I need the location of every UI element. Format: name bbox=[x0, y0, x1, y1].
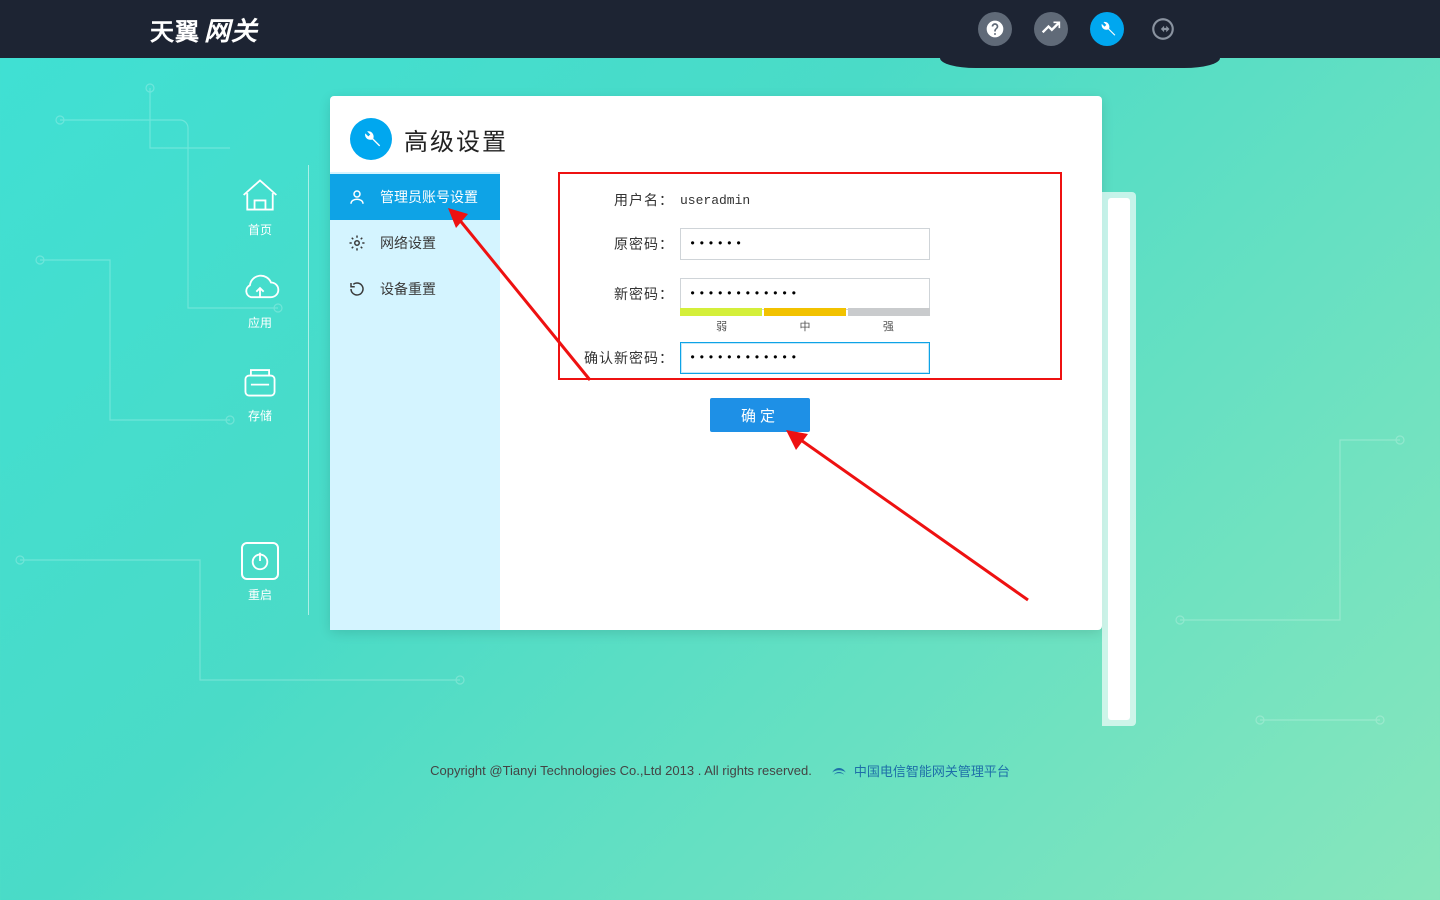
subnav-item-admin-account[interactable]: 管理员账号设置 bbox=[330, 174, 500, 220]
left-nav: 首页 应用 存储 重启 bbox=[225, 175, 295, 603]
subnav-label-reset: 设备重置 bbox=[380, 279, 436, 299]
row-new-password: 新密码： bbox=[560, 278, 1082, 310]
footer-platform-text: 中国电信智能网关管理平台 bbox=[854, 761, 1010, 780]
subnav-label-admin-account: 管理员账号设置 bbox=[380, 187, 478, 207]
footer-platform: 中国电信智能网关管理平台 bbox=[830, 761, 1010, 780]
value-username: useradmin bbox=[680, 193, 750, 208]
footer-copyright: Copyright @Tianyi Technologies Co.,Ltd 2… bbox=[430, 763, 812, 778]
subnav-item-network[interactable]: 网络设置 bbox=[330, 220, 500, 266]
page-title-wrench-icon bbox=[350, 118, 392, 160]
strength-seg-strong bbox=[848, 308, 930, 316]
row-username: 用户名： useradmin bbox=[560, 190, 1082, 210]
row-old-password: 原密码： bbox=[560, 228, 1082, 260]
leftnav-item-apps[interactable]: 应用 bbox=[238, 268, 282, 331]
card-right-stripe bbox=[1102, 192, 1136, 726]
row-confirm-password: 确认新密码： bbox=[560, 342, 1082, 374]
subnav-label-network: 网络设置 bbox=[380, 233, 436, 253]
label-username: 用户名： bbox=[560, 190, 680, 210]
header-icon-bar bbox=[978, 12, 1180, 46]
header-tab-decoration bbox=[940, 58, 1220, 68]
user-icon bbox=[348, 188, 366, 206]
settings-wrench-icon[interactable] bbox=[1090, 12, 1124, 46]
leftnav-item-home[interactable]: 首页 bbox=[238, 175, 282, 238]
strength-seg-medium bbox=[764, 308, 846, 316]
strength-seg-weak bbox=[680, 308, 762, 316]
stats-icon[interactable] bbox=[1034, 12, 1068, 46]
brand-logo: 天翼 网关 bbox=[150, 11, 258, 48]
logo-text-2: 网关 bbox=[204, 11, 258, 48]
top-header: 天翼 网关 bbox=[0, 0, 1440, 58]
gear-icon bbox=[348, 234, 366, 252]
submit-button[interactable]: 确定 bbox=[710, 398, 810, 432]
strength-label-weak: 弱 bbox=[680, 318, 763, 334]
leftnav-item-restart[interactable]: 重启 bbox=[241, 542, 279, 603]
label-confirm-password: 确认新密码： bbox=[560, 348, 680, 368]
help-icon[interactable] bbox=[978, 12, 1012, 46]
leftnav-label-restart: 重启 bbox=[248, 586, 272, 603]
form-panel: 用户名： useradmin 原密码： 新密码： 弱 中 bbox=[500, 172, 1102, 630]
card-header: 高级设置 bbox=[330, 96, 1102, 172]
settings-sub-sidebar: 管理员账号设置 网络设置 设备重置 bbox=[330, 172, 500, 630]
leftnav-label-apps: 应用 bbox=[248, 314, 272, 331]
telecom-logo-icon bbox=[830, 762, 848, 780]
left-nav-separator bbox=[308, 165, 309, 615]
input-old-password[interactable] bbox=[680, 228, 930, 260]
input-confirm-password[interactable] bbox=[680, 342, 930, 374]
logo-text-1: 天翼 bbox=[150, 12, 200, 47]
submit-row: 确定 bbox=[710, 398, 1082, 432]
page-title: 高级设置 bbox=[404, 122, 508, 157]
logout-icon[interactable] bbox=[1146, 12, 1180, 46]
label-old-password: 原密码： bbox=[560, 234, 680, 254]
power-icon bbox=[241, 542, 279, 580]
password-strength-meter: 弱 中 强 bbox=[680, 308, 930, 334]
leftnav-label-home: 首页 bbox=[248, 221, 272, 238]
label-new-password: 新密码： bbox=[560, 284, 680, 304]
strength-label-strong: 强 bbox=[847, 318, 930, 334]
footer: Copyright @Tianyi Technologies Co.,Ltd 2… bbox=[0, 761, 1440, 780]
subnav-item-reset[interactable]: 设备重置 bbox=[330, 266, 500, 312]
leftnav-label-storage: 存储 bbox=[248, 407, 272, 424]
main-card: 高级设置 管理员账号设置 网络设置 设备重置 用户名： useradmin bbox=[330, 96, 1102, 630]
strength-label-medium: 中 bbox=[763, 318, 846, 334]
input-new-password[interactable] bbox=[680, 278, 930, 310]
home-icon bbox=[238, 175, 282, 215]
storage-icon bbox=[238, 361, 282, 401]
cloud-icon bbox=[238, 268, 282, 308]
leftnav-item-storage[interactable]: 存储 bbox=[238, 361, 282, 424]
reset-icon bbox=[348, 280, 366, 298]
